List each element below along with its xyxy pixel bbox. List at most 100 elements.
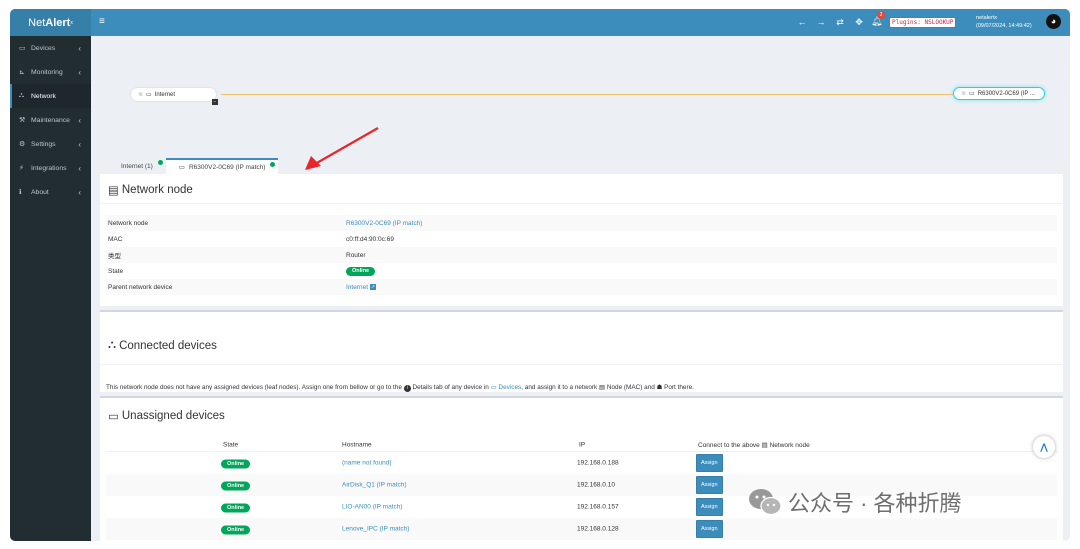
chevron-left-icon: ‹ [78,139,81,149]
wifi-icon: ≋ [961,91,967,97]
devices-link[interactable]: ▭ Devices [491,384,522,391]
tab-internet[interactable]: Internet (1) [108,158,166,174]
unassigned-devices-panel: ▭ Unassigned devices State Hostname IP Co… [100,396,1063,541]
sidebar-item-about[interactable]: ℹ About ‹ [10,180,91,204]
sidebar-item-monitoring[interactable]: ⊾ Monitoring ‹ [10,60,91,84]
main-content: ≋ ▭ Internet − ≋ ▭ R6300V2-0C69 (IP ... … [91,36,1070,541]
sidebar-item-network[interactable]: ⛬ Network [10,84,91,108]
kv-row: 类型 Router [106,247,1057,263]
info-circle-icon: i [403,385,411,392]
scroll-to-top-icon[interactable]: ⋀ [1033,436,1055,458]
ethernet-icon: ☗ [656,384,663,391]
kv-key: Parent network device [108,283,173,291]
column-header-state[interactable]: State [223,441,238,448]
kv-row: MAC c0:ff:d4:90:0c:69 [106,231,1057,247]
assign-button[interactable]: Assign [696,476,723,494]
plugins-indicator[interactable]: Plugins: NSLOOKUP [889,17,957,28]
chart-icon: ⊾ [19,69,25,76]
kv-key: Network node [108,219,149,227]
panel-title-text: Unassigned devices [121,410,225,422]
info-text-part: Details tab of any device in [412,384,489,391]
collapse-node-button[interactable]: − [212,99,218,105]
app-logo[interactable]: Net Alert x [10,9,91,36]
status-badge: Online [221,459,251,468]
refresh-icon[interactable]: ⇄ [835,17,845,28]
server-icon: ▤ [599,384,606,391]
kv-row: State Online [106,263,1057,279]
devices-link-text: Devices [498,384,522,391]
sidebar-item-label: Devices [31,44,56,52]
divider [100,203,1063,204]
external-link-icon[interactable]: ↗ [370,284,377,290]
kv-row: Parent network device Internet ↗ [106,279,1057,295]
brand-prefix: Net [28,16,46,29]
top-navbar: ≡ ← → ⇄ ✥ 🔔︎ 2 Plugins: NSLOOKUP netaler… [91,9,1070,36]
menu-toggle-icon[interactable]: ≡ [99,16,105,27]
brand-suffix: x [70,19,73,26]
sidebar-item-label: Maintenance [31,116,70,124]
sidebar-item-settings[interactable]: ⚙ Settings ‹ [10,132,91,156]
hostname-link[interactable]: (name not found) [342,460,392,467]
parent-device-link[interactable]: Internet [346,284,368,291]
hostname-link[interactable]: LIO-AN00 (IP match) [342,504,403,511]
sidebar-item-label: About [31,188,49,196]
tree-node-label: Internet [154,91,176,98]
table-row: Online (name not found) 192.168.0.188 As… [106,452,1057,474]
sitemap-icon: ⛬ [108,339,117,351]
info-text-part: Node (MAC) and [606,384,655,391]
column-header-ip[interactable]: IP [579,441,585,448]
network-node-panel: ▤ Network node Network node R6300V2-0C69 … [100,174,1063,306]
user-info[interactable]: netalertx (09/07/2024, 14:49:42) [976,14,1032,30]
chevron-left-icon: ‹ [78,67,81,77]
tree-node-router[interactable]: ≋ ▭ R6300V2-0C69 (IP ... [953,87,1045,100]
sidebar-item-label: Network [31,92,56,100]
status-badge: Online [346,266,376,276]
hostname-link[interactable]: AirDisk_Q1 (IP match) [342,482,407,489]
status-badge: Online [221,481,251,490]
sidebar-item-devices[interactable]: ▭ Devices ‹ [10,36,91,60]
watermark-text: 公众号 · 各种折腾 [788,491,962,516]
hostname-link[interactable]: Lenove_IPC (IP match) [342,526,409,533]
ip-value: 192.168.0.188 [577,459,619,467]
status-badge: Online [221,525,251,534]
forward-arrow-icon[interactable]: → [816,17,826,28]
column-header-hostname[interactable]: Hostname [342,441,372,448]
sidebar: ▭ Devices ‹ ⊾ Monitoring ‹ ⛬ Network ⚒ Mainten… [10,36,91,541]
network-node-link[interactable]: R6300V2-0C69 (IP match) [346,220,422,227]
online-dot [270,162,276,167]
column-header-connect[interactable]: Connect to the above ▤ Network node [698,441,810,449]
sitemap-icon: ⛬ [19,92,24,99]
tab-label: R6300V2-0C69 (IP match) [188,163,266,171]
chevron-left-icon: ‹ [78,115,81,125]
panel-title: ▤ Network node [108,183,193,197]
assign-button[interactable]: Assign [696,454,723,472]
kv-key: MAC [108,235,123,243]
assign-button[interactable]: Assign [696,520,723,538]
table-header: State Hostname IP Connect to the above ▤… [106,438,1057,452]
sidebar-item-maintenance[interactable]: ⚒ Maintenance ‹ [10,108,91,132]
avatar[interactable]: ◕ [1046,14,1061,29]
wifi-icon: ≋ [138,92,144,98]
sidebar-item-integrations[interactable]: ⚡ Integrations ‹ [10,156,91,180]
laptop-icon: ▭ [108,411,119,423]
chevron-left-icon: ‹ [78,163,81,173]
tree-node-internet[interactable]: ≋ ▭ Internet [131,88,216,101]
online-dot [157,160,163,165]
fullscreen-icon[interactable]: ✥ [854,17,864,28]
kv-key: State [108,267,124,275]
panel-title: ⛬ Connected devices [108,339,217,352]
panel-title-text: Connected devices [119,339,217,352]
connected-info-text: This network node does not have any assi… [106,383,694,392]
tree-node-label: R6300V2-0C69 (IP ... [977,90,1035,97]
status-badge: Online [221,503,251,512]
cog-icon: ⚙ [19,141,26,148]
assign-button[interactable]: Assign [696,498,723,516]
wrench-icon: ⚒ [19,117,26,124]
wechat-logo-icon [749,489,782,516]
tab-router[interactable]: ▭ R6300V2-0C69 (IP match) [165,158,279,174]
state-value: Online [346,266,376,276]
sidebar-item-label: Settings [31,140,56,148]
panel-title-text: Network node [121,184,193,196]
app-window: Net Alert x ≡ ← → ⇄ ✥ 🔔︎ 2 Plugins: NSLOOK… [10,9,1070,541]
back-arrow-icon[interactable]: ← [797,17,807,28]
